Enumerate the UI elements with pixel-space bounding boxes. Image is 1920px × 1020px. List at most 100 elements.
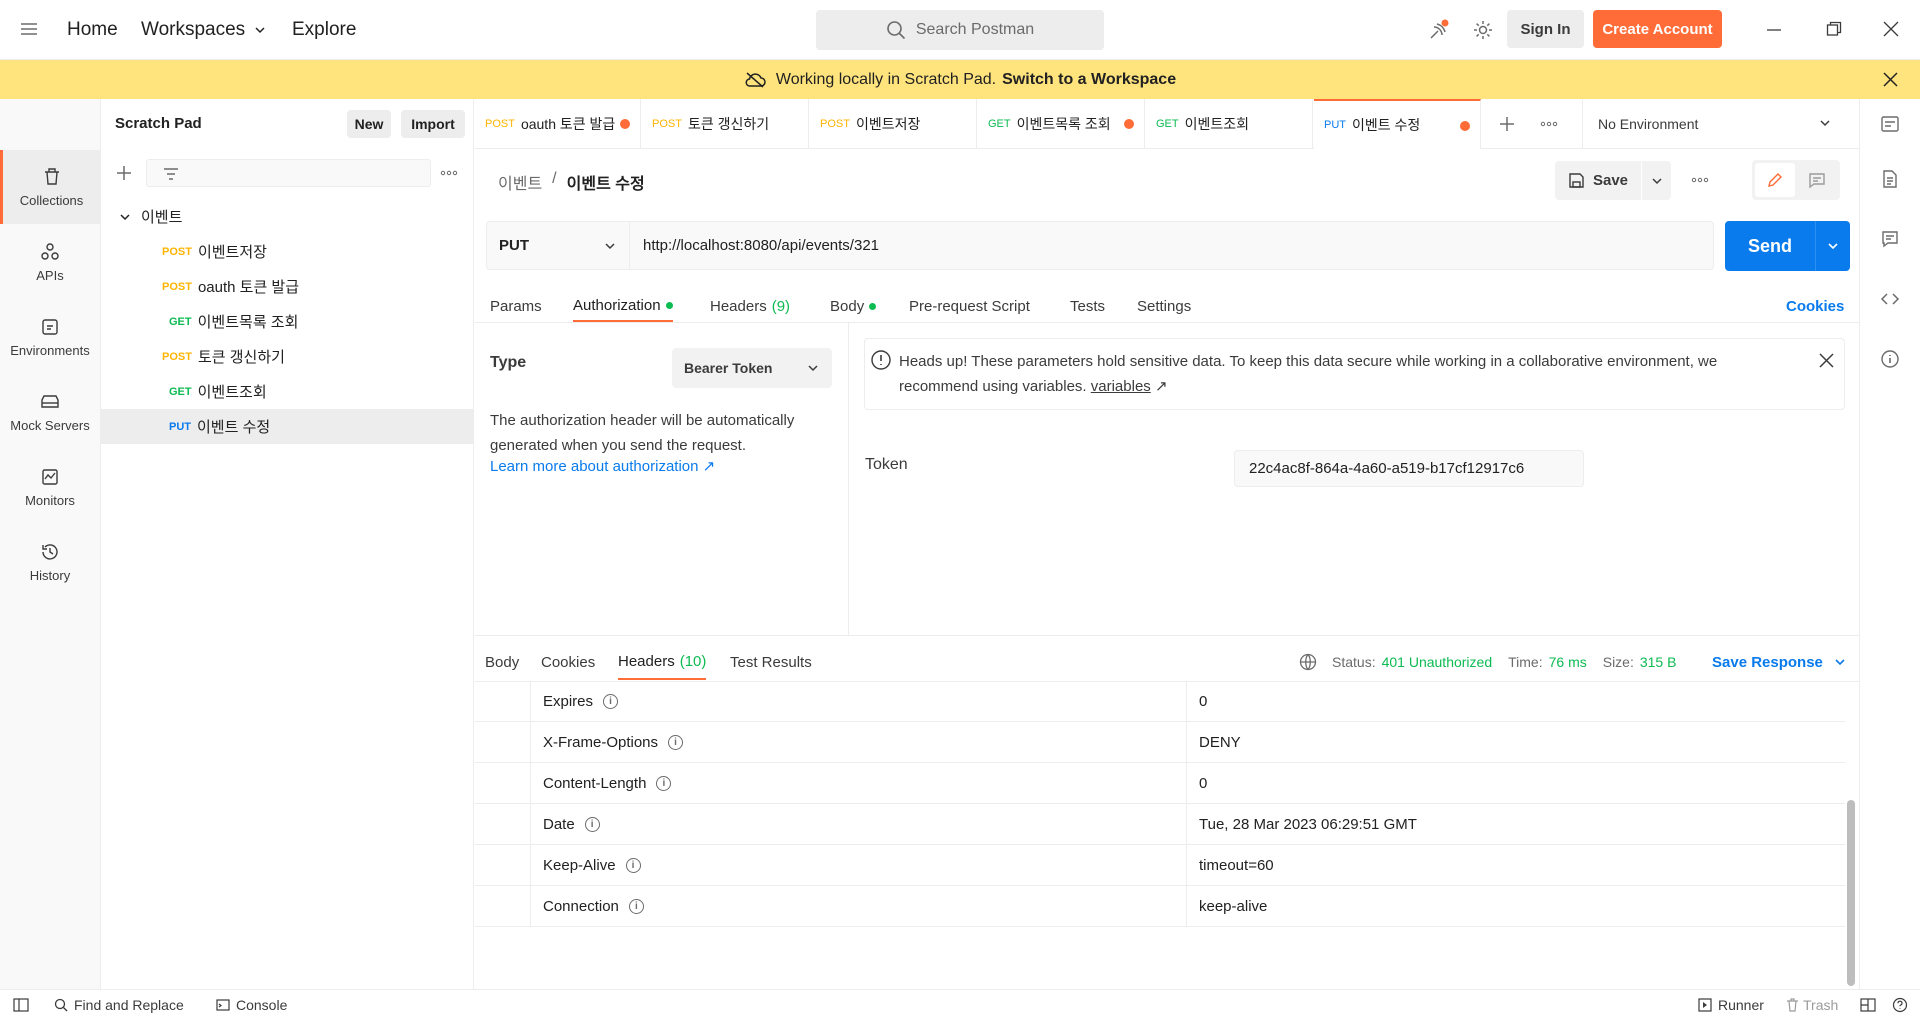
tab-body[interactable]: Body — [830, 290, 877, 322]
info-icon[interactable]: i — [628, 899, 644, 914]
list-item[interactable]: POST oauth 토큰 발급 — [101, 269, 473, 304]
rail-history[interactable]: History — [0, 525, 100, 599]
layout-icon[interactable] — [1860, 998, 1876, 1012]
satellite-icon[interactable] — [1428, 19, 1450, 41]
menu-icon[interactable] — [20, 20, 38, 38]
create-account-button[interactable]: Create Account — [1593, 10, 1722, 48]
list-item[interactable]: POST 토큰 갱신하기 — [101, 339, 473, 374]
info-icon[interactable] — [1880, 349, 1900, 369]
collection-folder[interactable]: 이벤트 — [101, 199, 473, 234]
find-replace-button[interactable]: Find and Replace — [54, 990, 184, 1020]
tab-event-get[interactable]: GET 이벤트조회 — [1146, 99, 1313, 148]
more-tabs-icon[interactable] — [1540, 116, 1558, 132]
response-tab-cookies[interactable]: Cookies — [541, 644, 595, 680]
time-value[interactable]: 76 ms — [1549, 654, 1587, 670]
cookies-link[interactable]: Cookies — [1786, 290, 1844, 322]
comment-mode-button[interactable] — [1797, 163, 1837, 197]
save-button[interactable]: Save — [1555, 161, 1641, 200]
response-divider[interactable] — [475, 635, 1859, 636]
method-label: PUT — [1324, 119, 1346, 131]
nav-home[interactable]: Home — [67, 0, 118, 60]
rail-environments[interactable]: Environments — [0, 300, 100, 374]
help-icon[interactable] — [1892, 997, 1908, 1013]
close-icon[interactable] — [1819, 353, 1834, 368]
tab-pre-request-script[interactable]: Pre-request Script — [909, 290, 1030, 322]
learn-more-link[interactable]: Learn more about authorization ↗ — [490, 457, 715, 475]
trash-button[interactable]: Trash — [1786, 990, 1838, 1020]
runner-button[interactable]: Runner — [1698, 990, 1764, 1020]
switch-workspace-link[interactable]: Switch to a Workspace — [1002, 71, 1176, 89]
tab-tests[interactable]: Tests — [1070, 290, 1105, 322]
comments-icon[interactable] — [1880, 229, 1900, 249]
nav-workspaces[interactable]: Workspaces — [141, 0, 267, 60]
tab-authorization[interactable]: Authorization — [573, 290, 673, 322]
tab-event-update[interactable]: PUT 이벤트 수정 — [1314, 99, 1481, 149]
documentation-icon[interactable] — [1880, 169, 1900, 189]
auth-type-select[interactable]: Bearer Token — [672, 348, 832, 388]
column-divider — [1186, 722, 1187, 763]
console-button[interactable]: Console — [216, 990, 287, 1020]
response-tab-headers[interactable]: Headers (10) — [618, 644, 707, 680]
info-icon[interactable]: i — [656, 776, 672, 791]
token-input[interactable]: 22c4ac8f-864a-4a60-a519-b17cf12917c6 — [1234, 450, 1584, 487]
sign-in-button[interactable]: Sign In — [1507, 10, 1584, 48]
rail-mock-servers[interactable]: Mock Servers — [0, 375, 100, 449]
breadcrumb-parent[interactable]: 이벤트 — [498, 170, 542, 194]
add-icon[interactable] — [116, 165, 132, 181]
filter-input[interactable] — [146, 159, 431, 187]
close-window-icon[interactable] — [1883, 21, 1899, 37]
sensitive-data-alert: Heads up! These parameters hold sensitiv… — [864, 338, 1845, 410]
tab-params[interactable]: Params — [490, 290, 542, 322]
rail-monitors[interactable]: Monitors — [0, 450, 100, 524]
info-icon[interactable]: i — [603, 694, 619, 709]
status-badge[interactable]: 401 Unauthorized — [1382, 654, 1493, 670]
send-dropdown[interactable] — [1815, 221, 1850, 271]
scrollbar-thumb[interactable] — [1847, 800, 1855, 986]
nav-explore[interactable]: Explore — [292, 0, 356, 60]
left-rail: Collections APIs Environments Mock Serve… — [0, 99, 101, 989]
new-button[interactable]: New — [347, 110, 391, 138]
gear-icon[interactable] — [1472, 19, 1494, 41]
headers-count: (10) — [679, 652, 707, 670]
list-item[interactable]: GET 이벤트조회 — [101, 374, 473, 409]
code-icon[interactable] — [1880, 289, 1900, 309]
tab-event-save[interactable]: POST 이벤트저장 — [810, 99, 977, 148]
import-button[interactable]: Import — [401, 110, 465, 138]
more-options-icon[interactable] — [440, 165, 458, 181]
send-button[interactable]: Send — [1725, 221, 1815, 271]
size-value[interactable]: 315 B — [1640, 654, 1677, 670]
tab-label: 이벤트목록 조회 — [1016, 115, 1111, 132]
method-select[interactable]: PUT — [487, 222, 630, 269]
edit-mode-button[interactable] — [1755, 163, 1795, 197]
list-item[interactable]: GET 이벤트목록 조회 — [101, 304, 473, 339]
info-icon[interactable]: i — [584, 817, 600, 832]
tab-oauth[interactable]: POST oauth 토큰 발급 — [475, 99, 641, 148]
response-meta: Status: 401 Unauthorized Time: 76 ms Siz… — [1299, 647, 1676, 677]
info-icon[interactable]: i — [668, 735, 684, 750]
save-dropdown[interactable] — [1641, 161, 1671, 200]
response-tab-body[interactable]: Body — [485, 644, 519, 680]
tab-event-list[interactable]: GET 이벤트목록 조회 — [978, 99, 1145, 148]
globe-icon[interactable] — [1299, 653, 1317, 671]
list-item[interactable]: POST 이벤트저장 — [101, 234, 473, 269]
more-options-icon[interactable] — [1691, 173, 1709, 187]
rail-collections[interactable]: Collections — [0, 150, 100, 224]
list-item[interactable]: PUT 이벤트 수정 — [101, 409, 473, 444]
minimize-icon[interactable] — [1766, 22, 1782, 38]
rail-apis[interactable]: APIs — [0, 225, 100, 299]
search-input[interactable]: Search Postman — [816, 10, 1104, 50]
info-icon[interactable]: i — [625, 858, 641, 873]
sidebar-toggle-icon[interactable] — [13, 998, 29, 1012]
tab-settings[interactable]: Settings — [1137, 290, 1191, 322]
tab-headers[interactable]: Headers (9) — [710, 290, 790, 322]
environment-quicklook-icon[interactable] — [1880, 114, 1900, 134]
restore-icon[interactable] — [1826, 21, 1842, 37]
environment-select[interactable]: No Environment — [1582, 99, 1860, 148]
url-input[interactable]: http://localhost:8080/api/events/321 — [643, 222, 879, 269]
save-response-button[interactable]: Save Response — [1712, 647, 1847, 677]
tab-token-refresh[interactable]: POST 토큰 갱신하기 — [642, 99, 809, 148]
new-tab-icon[interactable] — [1499, 116, 1515, 132]
close-icon[interactable] — [1883, 72, 1898, 87]
response-tab-test-results[interactable]: Test Results — [730, 644, 812, 680]
variables-link[interactable]: variables — [1091, 378, 1151, 395]
